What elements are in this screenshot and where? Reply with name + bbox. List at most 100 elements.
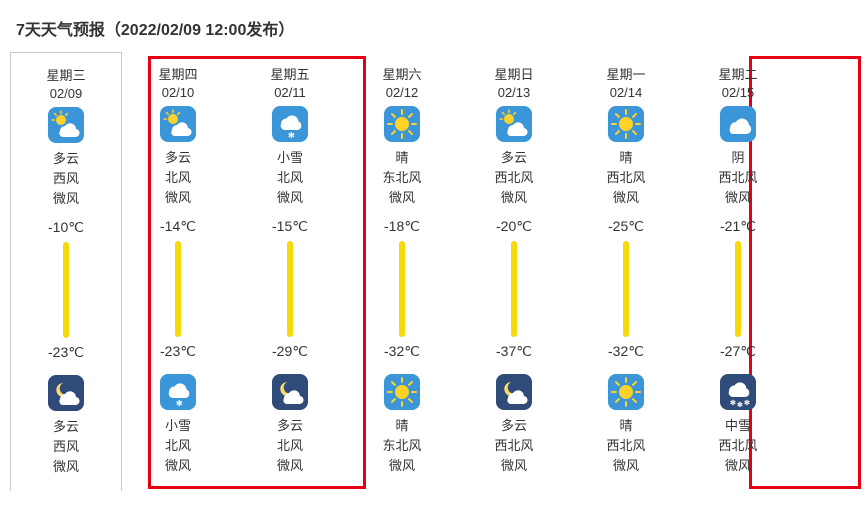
date: 02/09 [50, 86, 83, 101]
day-wind: 西风 [53, 169, 79, 189]
date: 02/12 [386, 85, 419, 100]
sunny-icon [608, 374, 644, 410]
overcast-icon [720, 106, 756, 142]
temp-lo: -32℃ [608, 343, 644, 360]
day-wscale: 微风 [277, 188, 303, 208]
date: 02/14 [610, 85, 643, 100]
temp-bar [287, 241, 293, 337]
temp-hi: -14℃ [160, 218, 196, 235]
weekday: 星期三 [46, 65, 85, 84]
temp-hi: -25℃ [608, 218, 644, 235]
night-partly-cloudy-icon [496, 374, 532, 410]
day-cond: 晴 [395, 148, 408, 168]
night-wscale: 微风 [725, 456, 751, 476]
day-wscale: 微风 [53, 189, 79, 209]
light-snow-icon: ✻ [272, 106, 308, 142]
partly-cloudy-icon [496, 106, 532, 142]
temp-lo: -27℃ [720, 343, 756, 360]
temp-bar [623, 241, 629, 337]
date: 02/11 [274, 85, 306, 100]
temp-lo: -32℃ [384, 343, 420, 360]
temp-hi: -10℃ [48, 219, 84, 236]
temp-hi: -18℃ [384, 218, 420, 235]
temp-block: -20℃-37℃ [496, 218, 532, 360]
temp-hi: -15℃ [272, 218, 308, 235]
weekday: 星期一 [606, 64, 645, 83]
day-wind: 西北风 [606, 168, 645, 188]
day-column[interactable]: 星期四02/10 多云北风微风-14℃-23℃ ✻ 小雪北风微风 [122, 54, 234, 491]
day-column[interactable]: 星期五02/11 ✻ 小雪北风微风-15℃-29℃ 多云北风微风 [234, 54, 346, 491]
temp-hi: -21℃ [720, 218, 756, 235]
temp-block: -25℃ -32℃ [608, 218, 644, 360]
weekday: 星期六 [382, 64, 421, 83]
partly-cloudy-icon [48, 107, 84, 143]
temp-lo: -37℃ [496, 343, 532, 360]
day-column[interactable]: 星期三02/09 多云西风微风-10℃-23℃ 多云西风微风 [10, 52, 122, 491]
night-wind: 北风 [165, 436, 191, 456]
temp-lo: -23℃ [48, 344, 84, 361]
svg-text:✻: ✻ [288, 131, 295, 140]
night-wscale: 微风 [165, 456, 191, 476]
forecast-row: 星期三02/09 多云西风微风-10℃-23℃ 多云西风微风星期四02/10 多… [10, 54, 856, 491]
light-snow-icon: ✻ [160, 374, 196, 410]
temp-block: -10℃ -23℃ [48, 219, 84, 361]
day-column[interactable]: 星期一02/14 晴西北风微风-25℃-32℃ 晴西北风微风 [570, 54, 682, 491]
weekday: 星期二 [718, 64, 757, 83]
day-column[interactable]: 星期六02/12 晴东北风微风-18℃-32℃ 晴东北风微风 [346, 54, 458, 491]
day-cond: 晴 [619, 148, 632, 168]
sunny-icon [384, 374, 420, 410]
day-wind: 东北风 [382, 168, 421, 188]
night-wind: 西北风 [718, 436, 757, 456]
temp-bar [63, 242, 69, 338]
temp-block: -15℃ -29℃ [272, 218, 308, 360]
weekday: 星期四 [158, 64, 197, 83]
day-wscale: 微风 [165, 188, 191, 208]
night-wind: 东北风 [382, 436, 421, 456]
day-column[interactable]: 星期二02/15 阴西北风微风-21℃-27℃ ✻✻✻ 中雪西北风微风 [682, 54, 794, 491]
night-wind: 北风 [277, 436, 303, 456]
temp-block: -21℃ -27℃ [720, 218, 756, 360]
svg-text:✻: ✻ [737, 401, 743, 409]
night-wscale: 微风 [389, 456, 415, 476]
day-wscale: 微风 [389, 188, 415, 208]
forecast-title: 7天天气预报（2022/02/09 12:00发布） [10, 10, 856, 54]
day-wind: 北风 [277, 168, 303, 188]
temp-block: -14℃-23℃ [160, 218, 196, 360]
temp-bar [399, 241, 405, 337]
day-cond: 多云 [165, 148, 191, 168]
day-cond: 多云 [53, 149, 79, 169]
night-cond: 小雪 [165, 416, 191, 436]
temp-bar [511, 241, 517, 337]
night-partly-cloudy-icon [272, 374, 308, 410]
temp-bar [735, 241, 741, 337]
svg-text:✻: ✻ [730, 399, 736, 407]
night-wind: 西北风 [494, 436, 533, 456]
night-cond: 中雪 [725, 416, 751, 436]
moderate-snow-icon: ✻✻✻ [720, 374, 756, 410]
night-cond: 多云 [501, 416, 527, 436]
day-wscale: 微风 [725, 188, 751, 208]
day-wscale: 微风 [613, 188, 639, 208]
day-column[interactable]: 星期日02/13 多云西北风微风-20℃-37℃ 多云西北风微风 [458, 54, 570, 491]
date: 02/13 [498, 85, 531, 100]
night-wscale: 微风 [53, 457, 79, 477]
temp-bar [175, 241, 181, 337]
night-cond: 多云 [277, 416, 303, 436]
night-wind: 西风 [53, 437, 79, 457]
partly-cloudy-icon [160, 106, 196, 142]
weekday: 星期日 [494, 64, 533, 83]
day-wind: 北风 [165, 168, 191, 188]
weekday: 星期五 [270, 64, 309, 83]
night-wscale: 微风 [501, 456, 527, 476]
night-wscale: 微风 [277, 456, 303, 476]
night-cond: 晴 [395, 416, 408, 436]
temp-lo: -29℃ [272, 343, 308, 360]
date: 02/10 [162, 85, 195, 100]
sunny-icon [608, 106, 644, 142]
temp-block: -18℃ -32℃ [384, 218, 420, 360]
day-cond: 小雪 [277, 148, 303, 168]
sunny-icon [384, 106, 420, 142]
night-wind: 西北风 [606, 436, 645, 456]
night-partly-cloudy-icon [48, 375, 84, 411]
day-wind: 西北风 [718, 168, 757, 188]
